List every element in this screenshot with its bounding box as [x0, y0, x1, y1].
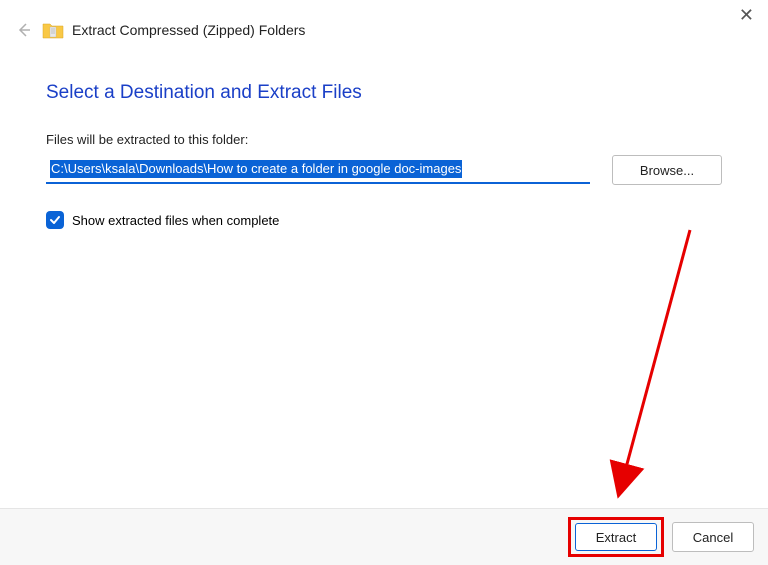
path-row: C:\Users\ksala\Downloads\How to create a…	[46, 155, 722, 185]
path-label: Files will be extracted to this folder:	[46, 132, 722, 147]
zip-folder-icon	[42, 21, 64, 39]
titlebar: Extract Compressed (Zipped) Folders	[0, 0, 768, 50]
dialog-footer: Extract Cancel	[0, 508, 768, 565]
annotation-arrow-icon	[540, 220, 740, 520]
browse-button[interactable]: Browse...	[612, 155, 722, 185]
cancel-button[interactable]: Cancel	[672, 522, 754, 552]
show-extracted-row: Show extracted files when complete	[46, 211, 722, 229]
content-area: Select a Destination and Extract Files F…	[0, 50, 768, 229]
extract-button[interactable]: Extract	[575, 523, 657, 551]
close-icon[interactable]: ✕	[739, 6, 754, 24]
show-extracted-checkbox[interactable]	[46, 211, 64, 229]
show-extracted-label: Show extracted files when complete	[72, 213, 279, 228]
page-heading: Select a Destination and Extract Files	[46, 82, 722, 104]
window-title: Extract Compressed (Zipped) Folders	[72, 22, 305, 38]
destination-path-input[interactable]: C:\Users\ksala\Downloads\How to create a…	[46, 157, 590, 184]
checkmark-icon	[49, 214, 61, 226]
annotation-highlight-box: Extract	[568, 517, 664, 557]
back-arrow-icon[interactable]	[16, 22, 32, 38]
path-selected-text: C:\Users\ksala\Downloads\How to create a…	[50, 160, 462, 178]
